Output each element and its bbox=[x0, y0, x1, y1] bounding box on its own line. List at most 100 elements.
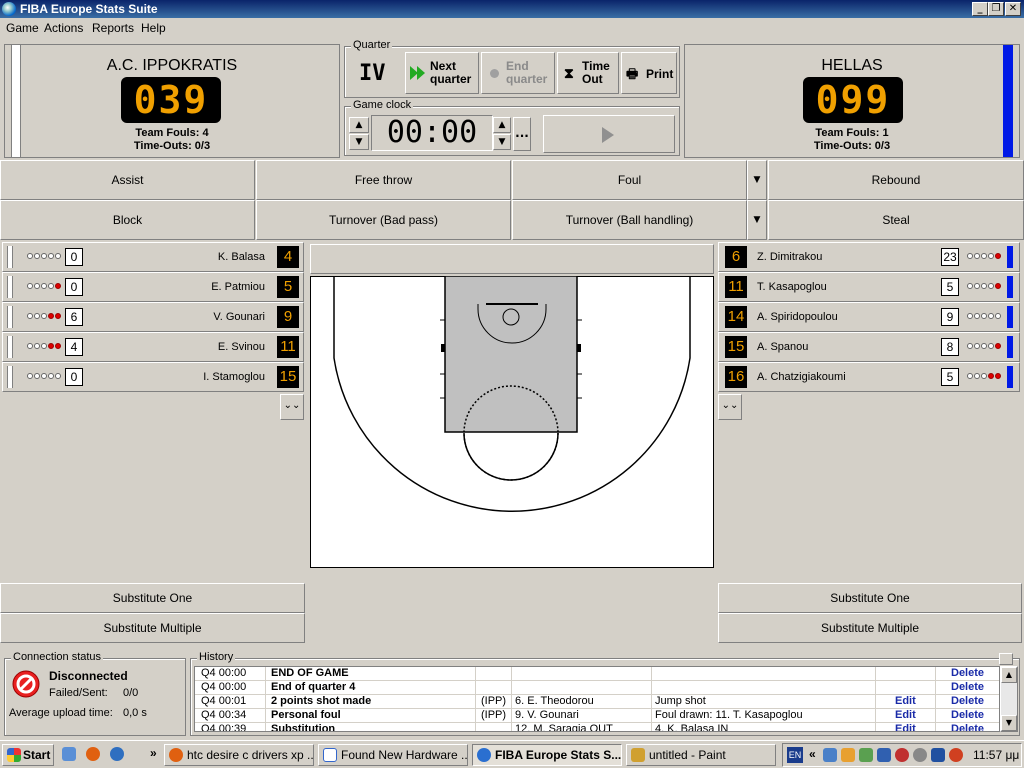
home-substitute-one-button[interactable]: Substitute One bbox=[0, 583, 305, 613]
taskbar-item-paint[interactable]: untitled - Paint bbox=[626, 744, 776, 766]
history-delete-link[interactable]: Delete bbox=[951, 709, 984, 721]
home-player-row[interactable]: 0 E. Patmiou 5 bbox=[2, 272, 304, 302]
court-panel bbox=[308, 242, 716, 642]
start-button[interactable]: Start bbox=[2, 744, 54, 766]
turnover-dropdown-button[interactable]: ▼ bbox=[747, 200, 767, 240]
turnover-ball-handling-button[interactable]: Turnover (Ball handling) bbox=[512, 200, 747, 240]
away-expand-button[interactable]: ⌄⌄ bbox=[718, 394, 742, 420]
scroll-up-icon[interactable]: ▲ bbox=[1001, 667, 1017, 683]
foul-dropdown-button[interactable]: ▼ bbox=[747, 160, 767, 200]
update-icon[interactable] bbox=[949, 748, 963, 762]
home-player-row[interactable]: 0 K. Balasa 4 bbox=[2, 242, 304, 272]
end-quarter-button[interactable]: End quarter bbox=[481, 52, 555, 94]
history-edit-link[interactable]: Edit bbox=[895, 709, 916, 721]
away-player-row[interactable]: 16 A. Chatzigiakoumi 5 bbox=[718, 362, 1020, 392]
tray-expand-icon[interactable]: « bbox=[809, 747, 816, 761]
start-label: Start bbox=[23, 748, 51, 762]
home-expand-button[interactable]: ⌄⌄ bbox=[280, 394, 304, 420]
menu-reports[interactable]: Reports bbox=[92, 21, 134, 35]
clock-up-right-button[interactable]: ▲ bbox=[493, 117, 511, 133]
chevron-down-icon: ▼ bbox=[753, 215, 761, 225]
clock-up-left-button[interactable]: ▲ bbox=[349, 117, 369, 133]
foul-dot bbox=[988, 373, 994, 379]
history-maximize-button[interactable] bbox=[999, 653, 1013, 665]
turnover-bad-pass-button[interactable]: Turnover (Bad pass) bbox=[256, 200, 511, 240]
close-button[interactable]: ✕ bbox=[1005, 2, 1021, 16]
away-player-row[interactable]: 11 T. Kasapoglou 5 bbox=[718, 272, 1020, 302]
next-quarter-button[interactable]: Next quarter bbox=[405, 52, 479, 94]
menu-actions[interactable]: Actions bbox=[44, 21, 83, 35]
history-event: 2 points shot made bbox=[271, 695, 372, 707]
assist-button[interactable]: Assist bbox=[0, 160, 255, 200]
scroll-down-icon[interactable]: ▼ bbox=[1001, 715, 1017, 731]
battery-icon[interactable] bbox=[931, 748, 945, 762]
double-chevron-down-icon: ⌄⌄ bbox=[283, 400, 301, 411]
network-icon[interactable] bbox=[823, 748, 837, 762]
court-diagram[interactable] bbox=[310, 276, 714, 568]
away-substitute-multiple-button[interactable]: Substitute Multiple bbox=[718, 613, 1022, 643]
home-substitute-multiple-button[interactable]: Substitute Multiple bbox=[0, 613, 305, 643]
foul-button[interactable]: Foul bbox=[512, 160, 747, 200]
hardware-icon[interactable] bbox=[859, 748, 873, 762]
foul-dot bbox=[974, 283, 980, 289]
media-player-quicklaunch-icon[interactable] bbox=[110, 747, 124, 761]
firefox-quicklaunch-icon[interactable] bbox=[86, 747, 100, 761]
foul-dot bbox=[988, 313, 994, 319]
away-substitute-one-button[interactable]: Substitute One bbox=[718, 583, 1022, 613]
history-grid-line bbox=[475, 695, 476, 709]
away-team-name: HELLAS bbox=[821, 57, 883, 74]
history-delete-link[interactable]: Delete bbox=[951, 723, 984, 731]
home-player-row[interactable]: 4 E. Svinou 11 bbox=[2, 332, 304, 362]
player-name: A. Chatzigiakoumi bbox=[757, 371, 846, 383]
foul-dot bbox=[967, 253, 973, 259]
home-player-row[interactable]: 0 I. Stamoglou 15 bbox=[2, 362, 304, 392]
tray-clock[interactable]: 11:57 μμ bbox=[973, 748, 1019, 762]
menu-bar: Game Actions Reports Help bbox=[0, 18, 1024, 38]
security-icon[interactable] bbox=[841, 748, 855, 762]
free-throw-button[interactable]: Free throw bbox=[256, 160, 511, 200]
start-clock-button[interactable] bbox=[543, 115, 675, 153]
clock-down-left-button[interactable]: ▼ bbox=[349, 134, 369, 150]
volume-icon[interactable] bbox=[913, 748, 927, 762]
display-icon[interactable] bbox=[877, 748, 891, 762]
quicklaunch-overflow-icon[interactable]: » bbox=[150, 746, 157, 760]
player-points: 5 bbox=[941, 278, 959, 296]
menu-game[interactable]: Game bbox=[6, 21, 39, 35]
foul-dot bbox=[41, 283, 47, 289]
print-button[interactable]: 🖶 Print bbox=[621, 52, 677, 94]
taskbar-item-found-hardware[interactable]: Found New Hardware ... bbox=[318, 744, 468, 766]
restore-button[interactable]: ❐ bbox=[988, 2, 1004, 16]
history-scrollbar[interactable]: ▲ ▼ bbox=[1000, 666, 1018, 732]
history-edit-link[interactable]: Edit bbox=[895, 695, 916, 707]
minimize-button[interactable]: _ bbox=[972, 2, 988, 16]
foul-dot bbox=[981, 313, 987, 319]
taskbar-item-htc[interactable]: htc desire c drivers xp ... bbox=[164, 744, 314, 766]
history-delete-link[interactable]: Delete bbox=[951, 667, 984, 679]
paint-icon bbox=[631, 748, 645, 762]
language-indicator[interactable]: EN bbox=[787, 747, 803, 763]
antivirus-icon[interactable] bbox=[895, 748, 909, 762]
away-player-row[interactable]: 14 A. Spiridopoulou 9 bbox=[718, 302, 1020, 332]
timeout-button[interactable]: ⧗ Time Out bbox=[557, 52, 619, 94]
clock-down-right-button[interactable]: ▼ bbox=[493, 134, 511, 150]
rebound-button[interactable]: Rebound bbox=[768, 160, 1024, 200]
history-delete-link[interactable]: Delete bbox=[951, 681, 984, 693]
foul-dot bbox=[34, 343, 40, 349]
stop-icon bbox=[490, 69, 499, 78]
home-player-row[interactable]: 6 V. Gounari 9 bbox=[2, 302, 304, 332]
away-player-row[interactable]: 15 A. Spanou 8 bbox=[718, 332, 1020, 362]
menu-help[interactable]: Help bbox=[141, 21, 166, 35]
player-number: 9 bbox=[277, 306, 299, 328]
player-points: 6 bbox=[65, 308, 83, 326]
away-player-row[interactable]: 6 Z. Dimitrakou 23 bbox=[718, 242, 1020, 272]
clock-settings-button[interactable]: ... bbox=[513, 117, 531, 151]
steal-button[interactable]: Steal bbox=[768, 200, 1024, 240]
block-button[interactable]: Block bbox=[0, 200, 255, 240]
history-edit-link[interactable]: Edit bbox=[895, 723, 916, 731]
history-delete-link[interactable]: Delete bbox=[951, 695, 984, 707]
app-icon[interactable] bbox=[2, 2, 16, 16]
ie-quicklaunch-icon[interactable] bbox=[62, 747, 76, 761]
history-grid-line bbox=[265, 667, 266, 681]
taskbar-item-fiba[interactable]: FIBA Europe Stats S... bbox=[472, 744, 622, 766]
foul-indicator bbox=[27, 372, 61, 382]
